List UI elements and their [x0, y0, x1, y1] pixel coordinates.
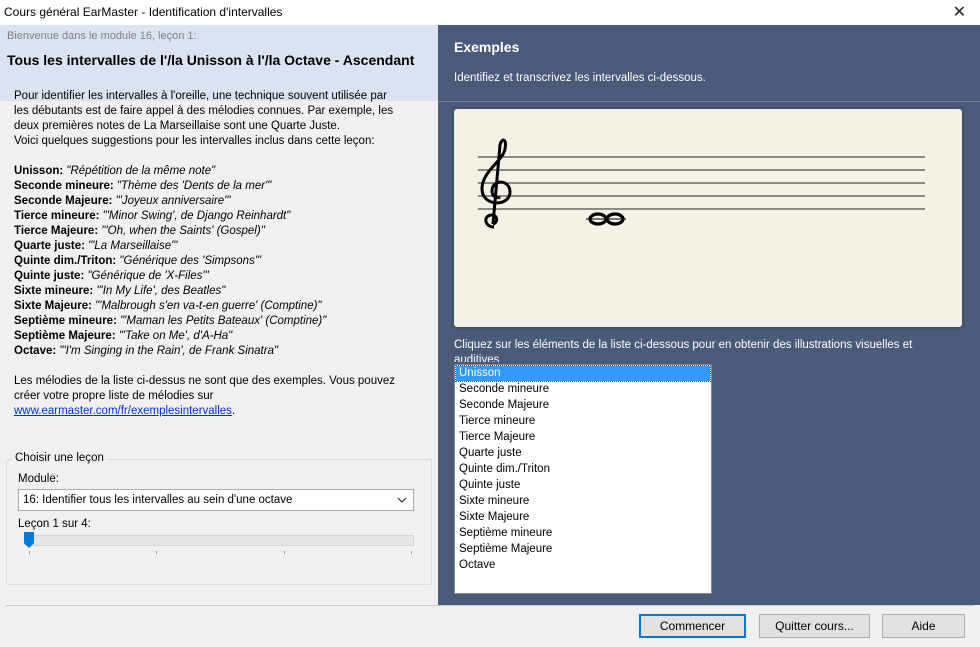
list-item[interactable]: Unisson	[455, 365, 711, 382]
melody-desc: "'Maman les Petits Bateaux' (Comptine)"	[116, 315, 327, 327]
melody-desc: "Répétition de la même note"	[63, 165, 216, 177]
whole-note-icon	[586, 212, 626, 226]
list-item[interactable]: Quinte juste	[456, 478, 710, 493]
interval-name: Seconde mineure:	[14, 180, 114, 192]
interval-name: Quarte juste:	[14, 240, 85, 252]
example-line: Octave: "'I'm Singing in the Rain', de F…	[14, 344, 414, 359]
interval-name: Tierce Majeure:	[14, 225, 99, 237]
example-line: Septième mineure: "'Maman les Petits Bat…	[14, 314, 414, 329]
title-bar: Cours général EarMaster - Identification…	[0, 0, 980, 25]
examples-heading: Exemples	[454, 39, 520, 55]
interval-name: Septième mineure:	[14, 315, 117, 327]
module-select[interactable]: 16: Identifier tous les intervalles au s…	[18, 489, 414, 511]
list-item[interactable]: Seconde Majeure	[456, 398, 710, 413]
melody-desc: "'La Marseillaise'"	[84, 240, 178, 252]
treble-clef-icon	[480, 138, 512, 229]
examples-pane: Exemples Identifiez et transcrivez les i…	[438, 25, 980, 605]
melody-desc: "'Minor Swing', de Django Reinhardt"	[99, 210, 291, 222]
interval-name: Octave:	[14, 345, 57, 357]
list-item[interactable]: Quinte dim./Triton	[456, 462, 710, 477]
staff-panel	[454, 109, 962, 327]
link-suffix: .	[231, 405, 236, 417]
choose-lesson-legend: Choisir une leçon	[13, 452, 106, 464]
list-item[interactable]: Septième mineure	[456, 526, 710, 541]
module-select-value: 16: Identifier tous les intervalles au s…	[23, 494, 293, 506]
melody-desc: "Générique des 'Simpsons'"	[116, 255, 262, 267]
welcome-text: Bienvenue dans le module 16, leçon 1:	[7, 30, 197, 42]
list-item[interactable]: Seconde mineure	[456, 382, 710, 397]
intro-line: Pour identifier les intervalles à l'orei…	[14, 90, 387, 102]
example-line: Unisson: "Répétition de la même note"	[14, 164, 414, 179]
interval-name: Quinte dim./Triton:	[14, 255, 117, 267]
example-line: Sixte mineure: "'In My Life', des Beatle…	[14, 284, 414, 299]
outro-line: créer votre propre liste de mélodies sur	[14, 390, 214, 402]
example-line: Quinte juste: "Générique de 'X-Files'"	[14, 269, 414, 284]
example-line: Tierce Majeure: "'Oh, when the Saints' (…	[14, 224, 414, 239]
quit-course-button[interactable]: Quitter cours...	[759, 614, 870, 638]
module-label: Module:	[18, 473, 59, 485]
intro-line: deux premières notes de La Marseillaise …	[14, 120, 341, 132]
melody-desc: "Thème des 'Dents de la mer'"	[113, 180, 272, 192]
list-item[interactable]: Tierce Majeure	[456, 430, 710, 445]
interval-name: Tierce mineure:	[14, 210, 100, 222]
interval-name: Sixte mineure:	[14, 285, 94, 297]
examples-link[interactable]: www.earmaster.com/fr/exemplesintervalles	[14, 405, 232, 417]
example-line: Tierce mineure: "'Minor Swing', de Djang…	[14, 209, 414, 224]
examples-subtitle: Identifiez et transcrivez les intervalle…	[454, 72, 706, 84]
list-item[interactable]: Sixte Majeure	[456, 510, 710, 525]
slider-tick	[29, 551, 30, 554]
slider-tick	[284, 551, 285, 554]
melody-desc: "'Joyeux anniversaire'"	[112, 195, 231, 207]
lesson-slider-track[interactable]	[26, 535, 414, 546]
slider-tick	[411, 551, 412, 554]
interval-examples: Unisson: "Répétition de la même note" Sec…	[14, 164, 414, 359]
interval-name: Sixte Majeure:	[14, 300, 92, 312]
chevron-down-icon	[397, 497, 407, 503]
list-instruction: Cliquez sur les éléments de la liste ci-…	[454, 339, 913, 362]
lesson-body: Pour identifier les intervalles à l'orei…	[14, 89, 414, 419]
list-item[interactable]: Septième Majeure	[456, 542, 710, 557]
list-item[interactable]: Sixte mineure	[456, 494, 710, 509]
melody-desc: "'In My Life', des Beatles"	[93, 285, 226, 297]
lesson-title: Tous les intervalles de l'/la Unisson à …	[7, 52, 415, 68]
help-button[interactable]: Aide	[882, 614, 965, 638]
start-button[interactable]: Commencer	[639, 614, 746, 638]
example-line: Septième Majeure: "'Take on Me', d'A-Ha"	[14, 329, 414, 344]
example-line: Quinte dim./Triton: "Générique des 'Simp…	[14, 254, 414, 269]
music-staff	[478, 138, 925, 229]
melody-desc: "Générique de 'X-Files'"	[84, 270, 209, 282]
melody-desc: "'Oh, when the Saints' (Gospel)"	[98, 225, 265, 237]
interval-name: Septième Majeure:	[14, 330, 116, 342]
interval-name: Seconde Majeure:	[14, 195, 113, 207]
interval-name: Quinte juste:	[14, 270, 85, 282]
example-line: Sixte Majeure: "'Malbrough s'en va-t-en …	[14, 299, 414, 314]
melody-desc: "'Take on Me', d'A-Ha"	[115, 330, 233, 342]
intro-line: Voici quelques suggestions pour les inte…	[14, 135, 375, 147]
melody-desc: "'Malbrough s'en va-t-en guerre' (Compti…	[91, 300, 322, 312]
window-title: Cours général EarMaster - Identification…	[4, 5, 283, 19]
footer-divider	[6, 605, 974, 606]
interval-list[interactable]: Unisson Seconde mineure Seconde Majeure Tie…	[454, 364, 712, 594]
outro-line: Les mélodies de la liste ci-dessus ne so…	[14, 375, 395, 387]
list-item[interactable]: Tierce mineure	[456, 414, 710, 429]
melody-desc: "'I'm Singing in the Rain', de Frank Sin…	[56, 345, 279, 357]
example-line: Seconde Majeure: "'Joyeux anniversaire'"	[14, 194, 414, 209]
intro-line: les débutants est de faire appel à des m…	[14, 105, 394, 117]
list-item[interactable]: Octave	[456, 558, 710, 573]
lesson-label: Leçon 1 sur 4:	[18, 518, 91, 530]
example-line: Seconde mineure: "Thème des 'Dents de la…	[14, 179, 414, 194]
close-icon[interactable]: ✕	[953, 2, 966, 22]
outro-link-line: www.earmaster.com/fr/exemplesintervalles…	[14, 404, 414, 419]
divider	[438, 101, 980, 102]
example-line: Quarte juste: "'La Marseillaise'"	[14, 239, 414, 254]
slider-tick	[156, 551, 157, 554]
interval-name: Unisson:	[14, 165, 64, 177]
list-item[interactable]: Quarte juste	[456, 446, 710, 461]
